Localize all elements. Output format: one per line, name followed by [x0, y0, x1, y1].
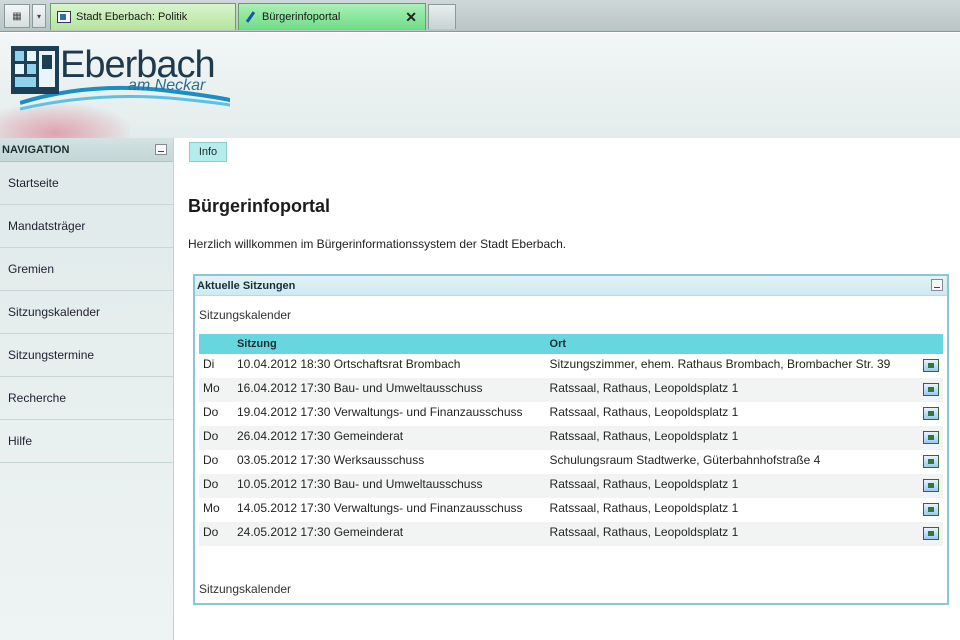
tab-buergerinfoportal[interactable]: Bürgerinfoportal ✕ [238, 3, 426, 30]
cell-place: Ratssaal, Rathaus, Leopoldsplatz 1 [545, 426, 919, 450]
cell-place: Ratssaal, Rathaus, Leopoldsplatz 1 [549, 405, 739, 419]
cell-session[interactable]: 10.05.2012 17:30 Bau- und Umweltausschus… [232, 474, 546, 498]
welcome-text: Herzlich willkommen im Bürgerinformation… [188, 237, 567, 251]
table-row: Do 10.05.2012 17:30 Bau- und Umweltaussc… [199, 474, 943, 498]
cell-day: Di [203, 357, 215, 371]
sidebar-item-sitzungstermine[interactable]: Sitzungstermine [0, 334, 173, 377]
new-tab-button[interactable] [428, 4, 456, 29]
document-icon[interactable] [922, 431, 939, 444]
page-title: Bürgerinfoportal [188, 196, 330, 216]
chevron-down-icon: ▾ [36, 11, 41, 21]
document-icon[interactable] [922, 479, 939, 492]
cell-session[interactable]: 16.04.2012 17:30 Bau- und Umweltausschus… [232, 378, 546, 402]
minimize-icon[interactable] [931, 279, 943, 291]
cell-session[interactable]: 03.05.2012 17:30 Werksausschuss [233, 450, 546, 474]
main-content: Info Bürgerinfoportal Herzlich willkomme… [175, 138, 960, 640]
cell-place: Ratssaal, Rathaus, Leopoldsplatz 1 [545, 378, 919, 402]
sidebar-item-recherche[interactable]: Recherche [0, 377, 173, 420]
cell-place: Ratssaal, Rathaus, Leopoldsplatz 1 [549, 501, 739, 515]
browser-tab-bar: ▦ ▾ Stadt Eberbach: Politik Bürgerinfopo… [0, 0, 960, 32]
grid-icon: ▦ [12, 10, 22, 22]
table-row: Di 10.04.2012 18:30 Ortschaftsrat Bromba… [199, 354, 943, 378]
calendar-link[interactable]: Sitzungskalender [195, 308, 291, 322]
cell-place: Schulungsraum Stadtwerke, Güterbahnhofst… [549, 453, 821, 467]
cell-day: Do [199, 522, 233, 546]
tab-label: Stadt Eberbach: Politik [76, 11, 188, 23]
table-row: Mo 16.04.2012 17:30 Bau- und Umweltaussc… [199, 378, 943, 402]
minimize-icon[interactable] [155, 144, 167, 155]
table-row: Do 24.05.2012 17:30 Gemeinderat Ratssaal… [199, 522, 943, 546]
cell-icon [918, 378, 943, 402]
sidebar-item-mandatstraeger[interactable]: Mandatsträger [0, 205, 173, 248]
table-row: Do 03.05.2012 17:30 Werksausschuss Schul… [199, 450, 943, 474]
table-header-row: Sitzung Ort [199, 334, 943, 354]
document-icon[interactable] [922, 503, 939, 516]
tab-label: Bürgerinfoportal [262, 11, 341, 23]
column-header-icon [918, 334, 943, 354]
cell-session[interactable]: 10.04.2012 18:30 Ortschaftsrat Brombach [233, 354, 546, 378]
tab-menu-button[interactable]: ▾ [32, 4, 46, 28]
cell-session[interactable]: 19.04.2012 17:30 Verwaltungs- und Finanz… [233, 402, 546, 426]
table-row: Do 26.04.2012 17:30 Gemeinderat Ratssaal… [199, 426, 943, 450]
pen-favicon-icon [245, 11, 257, 23]
column-header-day [199, 334, 233, 354]
column-header-ort[interactable]: Ort [545, 334, 919, 354]
tab-grid-button[interactable]: ▦ [4, 4, 30, 28]
tab-stadt-eberbach-politik[interactable]: Stadt Eberbach: Politik [50, 3, 236, 30]
document-icon[interactable] [922, 527, 939, 540]
document-icon[interactable] [922, 455, 939, 468]
cell-icon [918, 426, 943, 450]
sidebar-navigation: NAVIGATION Startseite Mandatsträger Grem… [0, 138, 174, 640]
sidebar-item-startseite[interactable]: Startseite [0, 162, 173, 205]
cell-session[interactable]: 26.04.2012 17:30 Gemeinderat [232, 426, 546, 450]
tab-info[interactable]: Info [189, 142, 227, 162]
table-row: Mo 14.05.2012 17:30 Verwaltungs- und Fin… [199, 498, 943, 522]
sidebar-item-gremien[interactable]: Gremien [0, 248, 173, 291]
cell-day: Do [199, 474, 233, 498]
cell-icon [918, 474, 943, 498]
document-icon[interactable] [922, 359, 939, 372]
city-logo-icon[interactable] [10, 45, 60, 95]
page-favicon-icon [57, 11, 71, 23]
cell-place: Ratssaal, Rathaus, Leopoldsplatz 1 [545, 474, 919, 498]
cell-day: Do [203, 405, 219, 419]
sessions-table: Sitzung Ort Di 10.04.2012 18:30 Ortschaf… [199, 334, 943, 546]
close-icon[interactable]: ✕ [405, 9, 417, 26]
cell-day: Mo [199, 378, 233, 402]
document-icon[interactable] [922, 383, 939, 396]
cell-icon [918, 522, 943, 546]
panel-header: Aktuelle Sitzungen [195, 276, 947, 296]
cell-icon [919, 450, 943, 474]
cell-day: Mo [203, 501, 220, 515]
current-sessions-panel: Aktuelle Sitzungen Sitzungskalender Sitz… [193, 274, 949, 605]
site-header: Eberbach am Neckar [0, 33, 960, 138]
cell-session[interactable]: 24.05.2012 17:30 Gemeinderat [232, 522, 546, 546]
cell-icon [919, 402, 943, 426]
logo-subtitle: am Neckar [128, 77, 206, 94]
sidebar-item-sitzungskalender[interactable]: Sitzungskalender [0, 291, 173, 334]
cell-day: Do [203, 453, 219, 467]
cell-place: Sitzungszimmer, ehem. Rathaus Brombach, … [549, 357, 891, 371]
navigation-title: NAVIGATION [2, 143, 70, 156]
cell-place: Ratssaal, Rathaus, Leopoldsplatz 1 [545, 522, 919, 546]
cell-day: Do [199, 426, 233, 450]
cell-icon [919, 354, 943, 378]
panel-title: Aktuelle Sitzungen [197, 279, 296, 292]
sidebar-item-hilfe[interactable]: Hilfe [0, 420, 173, 463]
cell-session[interactable]: 14.05.2012 17:30 Verwaltungs- und Finanz… [233, 498, 546, 522]
table-row: Do 19.04.2012 17:30 Verwaltungs- und Fin… [199, 402, 943, 426]
calendar-link-bottom[interactable]: Sitzungskalender [195, 582, 291, 596]
document-icon[interactable] [922, 407, 939, 420]
column-header-sitzung[interactable]: Sitzung [232, 334, 546, 354]
cell-icon [919, 498, 943, 522]
navigation-header: NAVIGATION [0, 138, 173, 162]
